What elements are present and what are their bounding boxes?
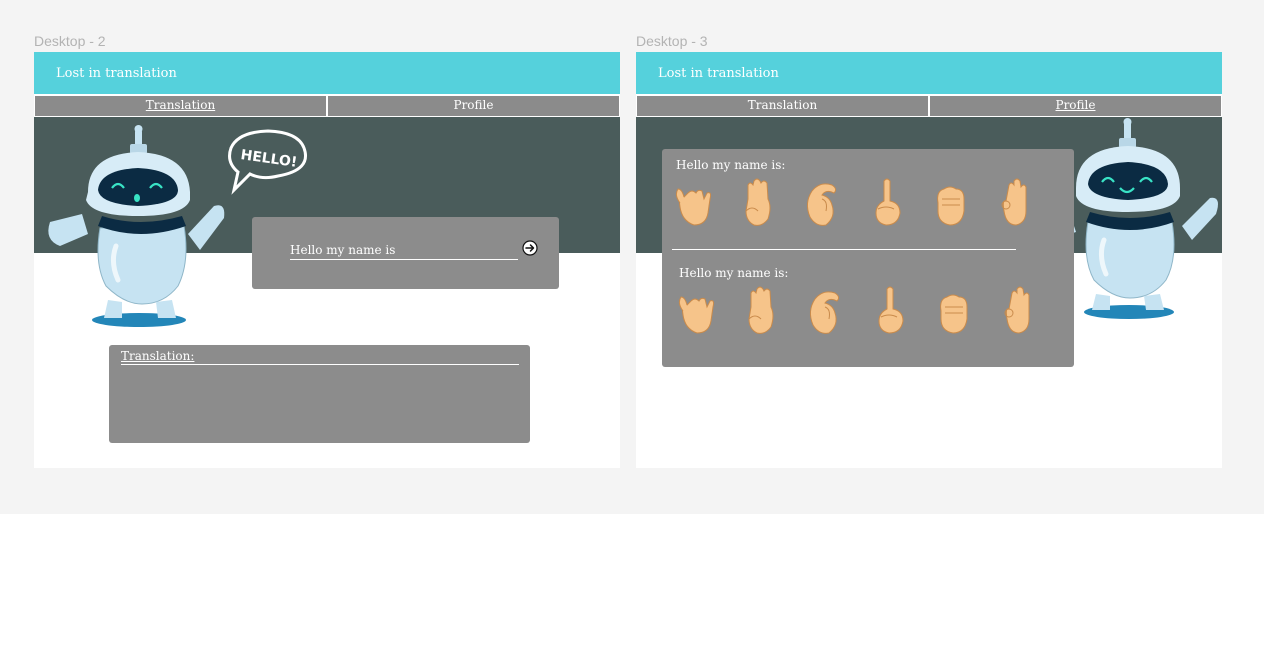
translation-output-label: Translation: xyxy=(121,349,519,365)
speech-bubble: HELLO! xyxy=(228,129,307,195)
history-divider xyxy=(672,249,1016,250)
frame-label-desktop-2: Desktop - 2 xyxy=(34,33,106,49)
hand-sign-f-icon xyxy=(1001,178,1027,226)
app-title: Lost in translation xyxy=(34,52,620,94)
tab-translation[interactable]: Translation xyxy=(34,95,327,117)
hand-sign-e-icon xyxy=(937,186,965,226)
sign-row xyxy=(677,285,1037,337)
hand-sign-d-icon xyxy=(875,178,901,226)
hand-sign-y-icon xyxy=(678,296,715,334)
frame-label-desktop-3: Desktop - 3 xyxy=(636,33,708,49)
app-title: Lost in translation xyxy=(636,52,1222,94)
hand-sign-b-icon xyxy=(748,286,774,334)
hand-sign-c-icon xyxy=(806,183,837,226)
sign-row xyxy=(674,177,1034,229)
tab-profile[interactable]: Profile xyxy=(929,95,1222,117)
tab-translation[interactable]: Translation xyxy=(636,95,929,117)
translation-history-panel: Hello my name is: Hello my name is: xyxy=(662,149,1074,367)
nav-bar: Translation Profile xyxy=(34,95,620,117)
frame-desktop-2: Lost in translation Translation Profile … xyxy=(34,52,620,468)
hand-sign-y-icon xyxy=(675,188,712,226)
frame-desktop-3: Lost in translation Translation Profile … xyxy=(636,52,1222,468)
nav-bar: Translation Profile xyxy=(636,95,1222,117)
hand-sign-b-icon xyxy=(745,178,771,226)
history-item-text: Hello my name is: xyxy=(679,266,789,280)
tab-profile[interactable]: Profile xyxy=(327,95,620,117)
arrow-right-circle-icon[interactable] xyxy=(522,240,538,256)
history-item-text: Hello my name is: xyxy=(676,158,786,172)
translation-input-panel xyxy=(252,217,559,289)
translation-output-panel: Translation: xyxy=(109,345,530,443)
hand-sign-e-icon xyxy=(940,294,968,334)
hand-sign-f-icon xyxy=(1004,286,1030,334)
hand-sign-d-icon xyxy=(878,286,904,334)
translation-input[interactable] xyxy=(290,241,518,260)
hand-sign-c-icon xyxy=(809,291,840,334)
